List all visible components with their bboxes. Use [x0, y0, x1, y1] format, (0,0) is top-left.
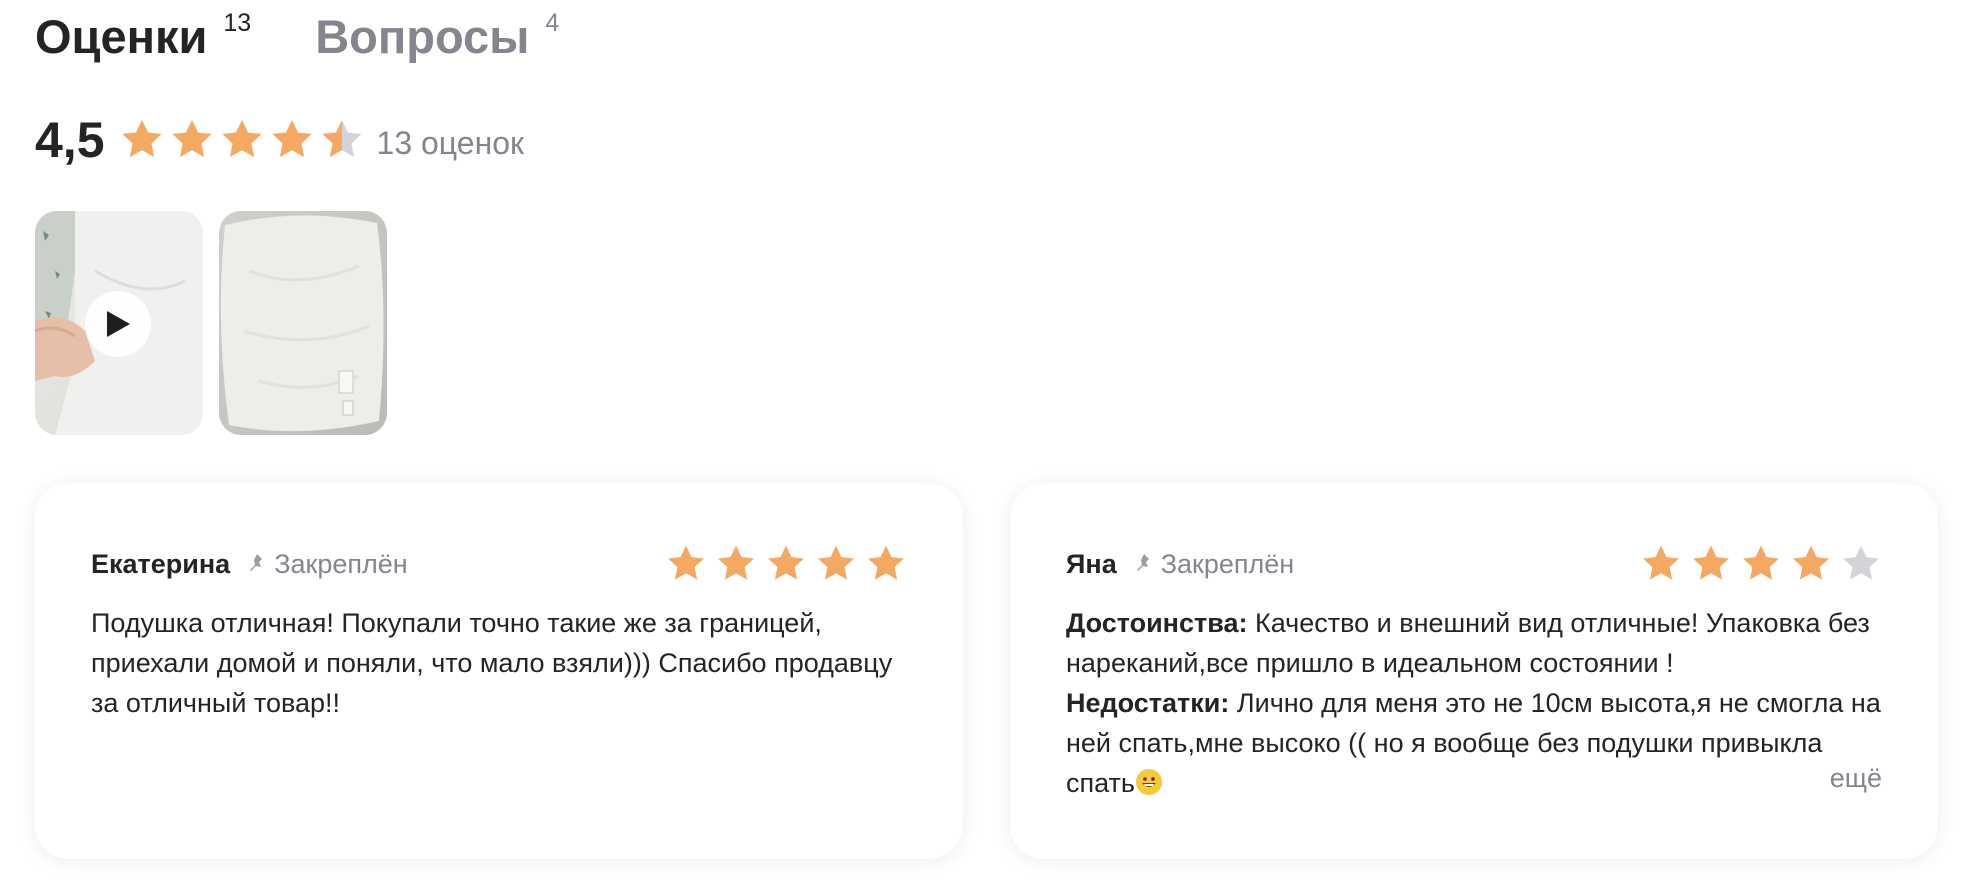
review-star-rating: [1640, 543, 1882, 585]
media-gallery: [35, 211, 387, 435]
pinned-label: Закреплён: [274, 548, 408, 579]
video-thumbnail[interactable]: [35, 211, 203, 435]
ratings-count: 13 оценок: [376, 124, 525, 161]
star-icon: [221, 120, 262, 158]
review-card[interactable]: Яна Закреплён Достоинства: Качество и вн…: [1010, 483, 1938, 859]
tab-ratings[interactable]: Оценки 13: [35, 6, 251, 68]
star-icon: [768, 545, 804, 580]
pin-icon: [250, 554, 263, 571]
star-icon: [818, 545, 854, 580]
review-text: Подушка отличная! Покупали точно такие ж…: [91, 608, 893, 718]
star-icon: [1843, 545, 1879, 580]
star-icon: [718, 545, 754, 580]
summary-star-rating: [119, 117, 365, 163]
review-author: Яна: [1066, 548, 1117, 579]
tab-ratings-label: Оценки: [35, 10, 208, 63]
average-rating: 4,5: [35, 112, 105, 168]
tab-questions[interactable]: Вопросы 4: [315, 6, 559, 68]
review-star-rating: [665, 543, 907, 585]
tab-questions-label: Вопросы: [315, 10, 530, 63]
play-button[interactable]: [85, 291, 151, 357]
cons-label: Недостатки:: [1066, 688, 1230, 718]
star-icon: [271, 120, 312, 158]
star-icon: [868, 545, 904, 580]
pin-icon: [1136, 554, 1149, 571]
rating-summary: 4,5 13 оценок: [35, 108, 524, 172]
tab-ratings-count: 13: [223, 9, 252, 37]
photo-preview-image: [219, 211, 387, 435]
play-icon: [107, 311, 130, 337]
review-text: Достоинства: Качество и внешний вид отли…: [1066, 603, 1886, 803]
star-icon: [321, 120, 362, 158]
star-icon: [1743, 545, 1779, 580]
tabs: Оценки 13 Вопросы 4: [35, 6, 559, 68]
review-card[interactable]: Екатерина Закреплён Подушка отличная! По…: [35, 483, 963, 859]
pinned-badge: Закреплён: [1133, 549, 1294, 580]
show-more-link[interactable]: ещё: [1830, 763, 1882, 794]
pros-label: Достоинства:: [1066, 608, 1248, 638]
pinned-badge: Закреплён: [246, 548, 408, 580]
star-icon: [121, 120, 162, 158]
reviews-section: Оценки 13 Вопросы 4 4,5 13 оценок Екатер…: [0, 0, 1966, 890]
star-icon: [171, 120, 212, 158]
review-author: Екатерина: [91, 548, 231, 579]
pinned-label: Закреплён: [1160, 548, 1295, 579]
review-header: Яна Закреплён: [1066, 539, 1882, 589]
star-icon: [1693, 545, 1729, 580]
star-icon: [1793, 545, 1829, 580]
grinning-face-emoji-icon: [1135, 769, 1162, 795]
photo-thumbnail[interactable]: [219, 211, 387, 435]
star-icon: [1643, 545, 1679, 580]
star-icon: [668, 545, 704, 580]
tab-questions-count: 4: [545, 9, 560, 37]
review-header: Екатерина Закреплён: [91, 539, 907, 589]
